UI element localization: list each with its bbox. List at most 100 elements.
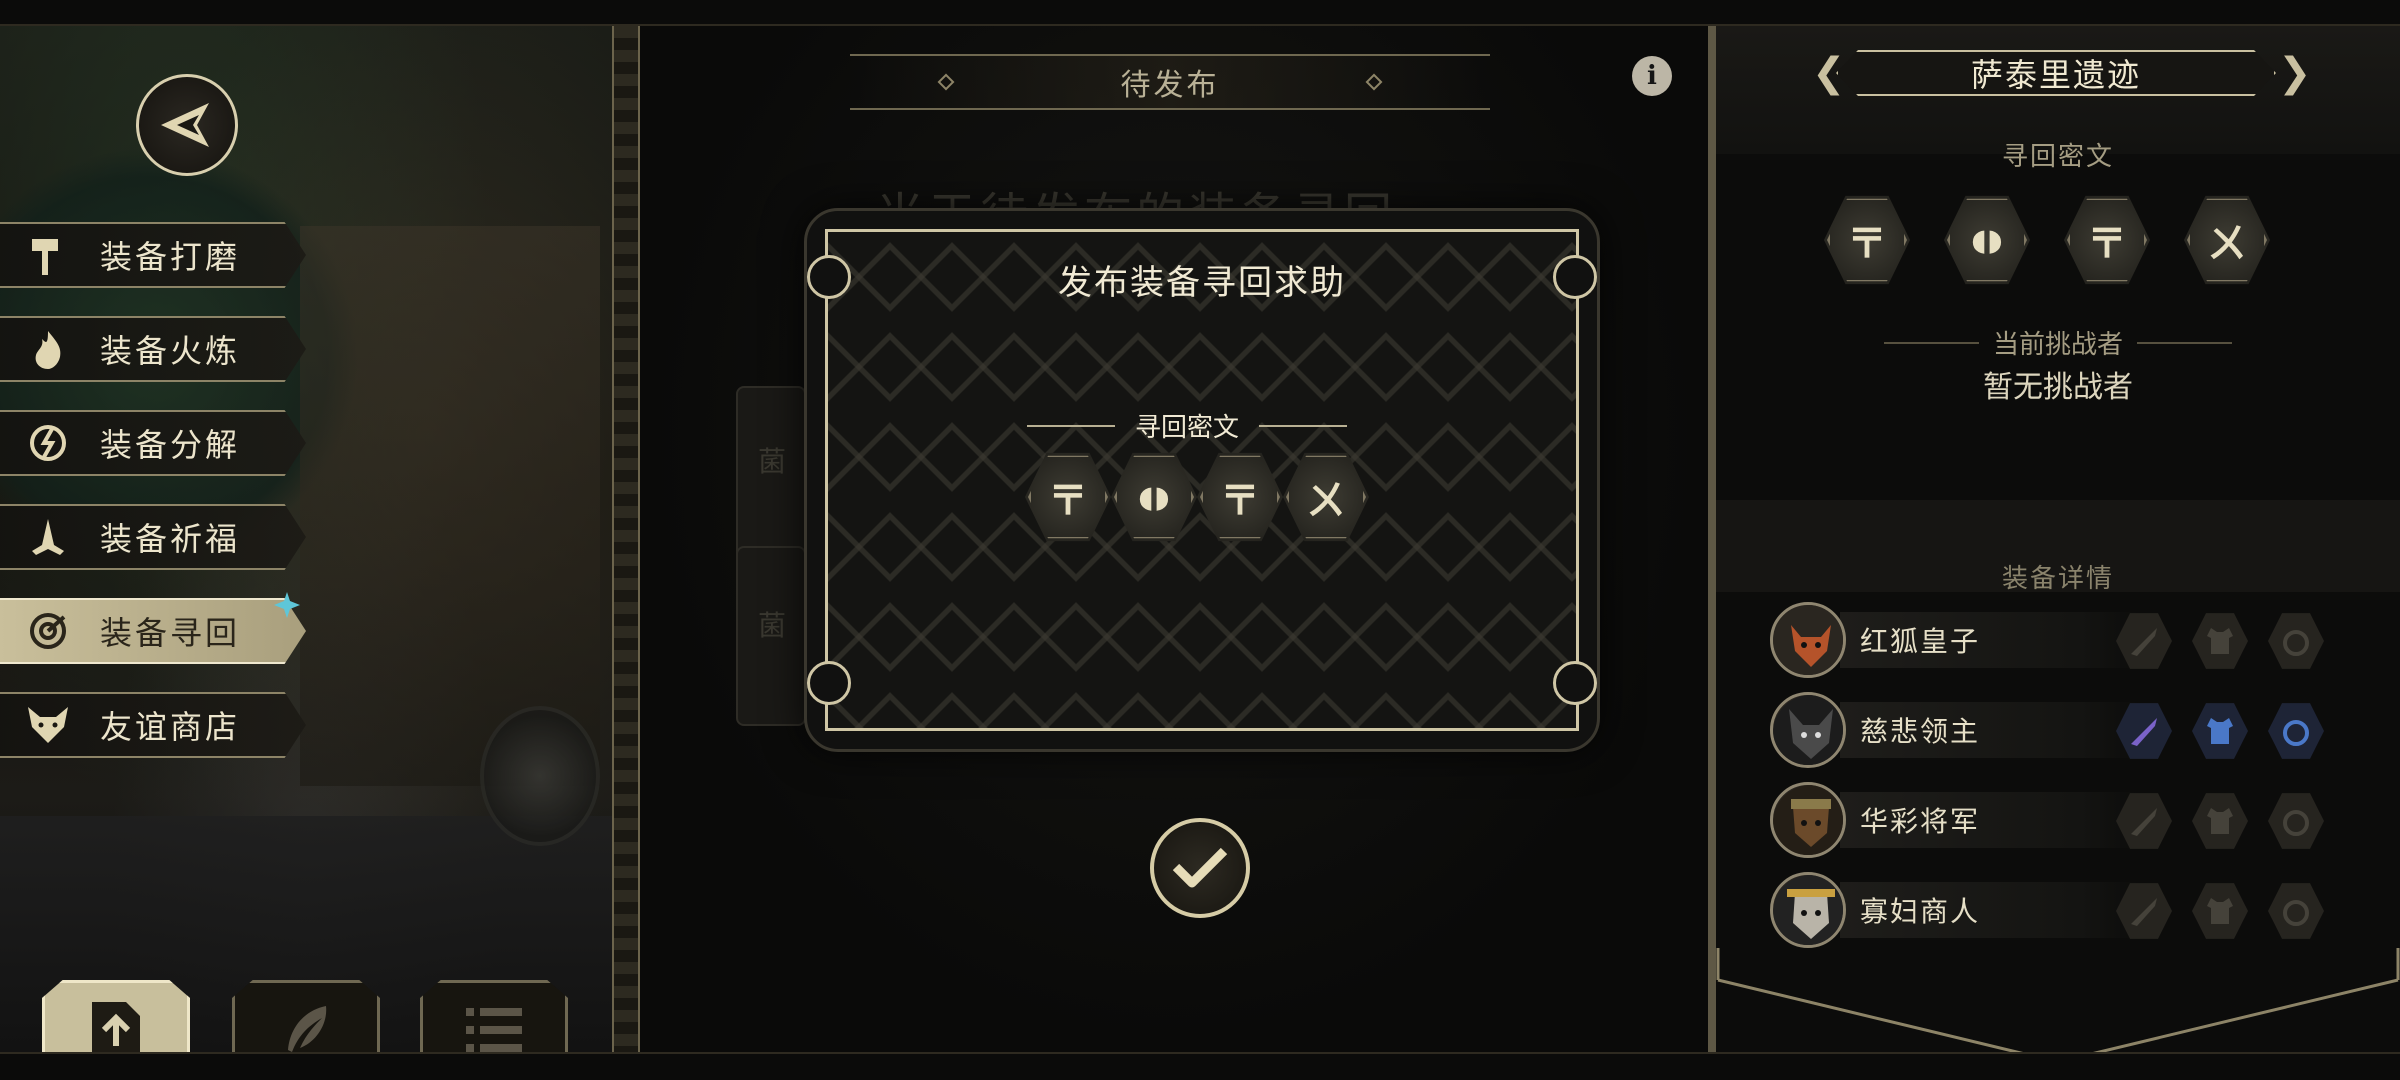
upload-file-icon (92, 1002, 140, 1052)
equipment-section-label: 装备详情 (2001, 564, 2114, 594)
cipher-glyph: ◖◗ (1944, 195, 2030, 285)
new-badge-icon (274, 592, 300, 618)
armor-slot[interactable] (2192, 883, 2248, 939)
right-panel: ❮ 萨泰里遗迹 ❯ 寻回密文 〒 ◖◗ 〒 ㄨ 当前挑战者 暂无挑战者 装备详情… (1716, 26, 2400, 1064)
checkmark-icon (1172, 847, 1228, 888)
tab-list[interactable] (420, 980, 568, 1052)
list-icon (466, 1008, 522, 1052)
equipment-row[interactable]: 红狐皇子 (1770, 602, 2330, 678)
menu-item-friendship-shop[interactable]: 友谊商店 (0, 692, 306, 758)
ring-slot[interactable] (2268, 793, 2324, 849)
diamond-ornament-icon (1365, 73, 1383, 91)
armor-icon (2207, 628, 2233, 654)
cipher-glyph: ㄨ (1283, 452, 1369, 542)
center-title: 待发布 (1120, 68, 1220, 103)
center-title-bar: 待发布 (850, 54, 1490, 110)
challenger-label: 当前挑战者 (1993, 330, 2124, 360)
background-card-label: 菌 (758, 609, 787, 642)
hero-avatar (1770, 692, 1846, 768)
location-plate: 萨泰里遗迹 (1836, 50, 2276, 96)
decompose-icon (20, 415, 76, 471)
armor-slot[interactable] (2192, 793, 2248, 849)
publish-retrieve-dialog: 发布装备寻回求助 寻回密文 〒 ◖◗ 〒 ㄨ (804, 208, 1600, 752)
cipher-glyph: ◖◗ (1111, 452, 1197, 542)
menu-item-bless[interactable]: 装备祈福 (0, 504, 306, 570)
divider-line (1884, 341, 1979, 344)
armor-icon (2207, 718, 2233, 744)
sword-icon (2131, 898, 2157, 926)
ring-slot[interactable] (2268, 613, 2324, 669)
tab-publish[interactable] (42, 980, 190, 1052)
divider-line (1259, 424, 1348, 427)
hero-name-bar: 红狐皇子 (1840, 612, 2140, 668)
cipher-label: 寻回密文 (1135, 413, 1240, 443)
ring-slot[interactable] (2268, 883, 2324, 939)
challenger-value: 暂无挑战者 (1983, 370, 2133, 405)
hero-avatar (1770, 782, 1846, 858)
menu-item-label: 装备火炼 (100, 332, 241, 370)
top-frame (0, 0, 2400, 26)
menu-item-retrieve[interactable]: 装备寻回 (0, 598, 306, 664)
armor-icon (2207, 898, 2233, 924)
cipher-glyph: 〒 (1824, 195, 1910, 285)
fox-icon (20, 697, 76, 753)
divider-line (1027, 424, 1115, 427)
cipher-glyph: 〒 (1025, 452, 1111, 542)
hero-name-bar: 华彩将军 (1840, 792, 2140, 848)
hero-name: 寡妇商人 (1860, 895, 1981, 928)
info-button[interactable]: i (1632, 56, 1672, 96)
confirm-button[interactable] (1150, 818, 1250, 918)
location-cipher-row: 〒 ◖◗ 〒 ㄨ (1824, 194, 2270, 286)
menu-item-label: 友谊商店 (100, 708, 241, 746)
sword-icon (2131, 628, 2157, 656)
ring-icon (2283, 810, 2309, 836)
dialog-corner-ornament (1553, 661, 1597, 705)
background-shield (480, 706, 600, 846)
bottom-frame (0, 1052, 2400, 1080)
hero-name-bar: 慈悲领主 (1840, 702, 2140, 758)
ring-icon (2283, 630, 2309, 656)
diamond-ornament-icon (937, 73, 955, 91)
cipher-label-row: 寻回密文 (1027, 407, 1348, 444)
equipment-row[interactable]: 寡妇商人 (1770, 872, 2330, 948)
ring-slot[interactable] (2268, 703, 2324, 759)
background-house (300, 226, 600, 786)
cipher-glyph-row: 〒 ◖◗ 〒 ㄨ (1025, 451, 1369, 543)
ring-icon (2283, 900, 2309, 926)
right-divider (1708, 26, 1716, 1052)
back-button[interactable] (136, 74, 238, 176)
left-divider (612, 26, 640, 1052)
armor-slot[interactable] (2192, 613, 2248, 669)
challenger-label-row: 当前挑战者 (1884, 324, 2233, 361)
cipher-section-label: 寻回密文 (2001, 142, 2114, 172)
hero-name: 红狐皇子 (1860, 625, 1981, 658)
background-card-label: 菌 (758, 445, 787, 478)
divider-line (2137, 341, 2233, 344)
right-panel-bottom-ornament (1716, 948, 2400, 1064)
praying-hands-icon (20, 509, 76, 565)
equipment-row[interactable]: 华彩将军 (1770, 782, 2330, 858)
menu-item-fire-forge[interactable]: 装备火炼 (0, 316, 306, 382)
hero-name: 华彩将军 (1860, 805, 1981, 838)
info-icon: i (1647, 61, 1657, 91)
menu-item-polish[interactable]: 装备打磨 (0, 222, 306, 288)
tab-feather[interactable] (232, 980, 380, 1052)
menu-item-label: 装备寻回 (100, 614, 241, 652)
target-icon (20, 603, 76, 659)
sword-icon (2131, 808, 2157, 836)
hammer-icon (20, 227, 76, 283)
hero-name-bar: 寡妇商人 (1840, 882, 2140, 938)
cipher-glyph: 〒 (1197, 452, 1283, 542)
dialog-title: 发布装备寻回求助 (1058, 263, 1346, 303)
sword-icon (2131, 718, 2157, 746)
armor-slot[interactable] (2192, 703, 2248, 759)
flame-icon (20, 321, 76, 377)
menu-item-label: 装备打磨 (100, 238, 241, 276)
menu-item-decompose[interactable]: 装备分解 (0, 410, 306, 476)
ring-icon (2283, 720, 2309, 746)
equipment-row[interactable]: 慈悲领主 (1770, 692, 2330, 768)
hero-avatar (1770, 872, 1846, 948)
left-panel: 装备打磨 装备火炼 装备分解 装备祈福 装备寻回 友谊商店 (0, 26, 612, 1052)
chevron-right-icon[interactable]: ❯ (2278, 50, 2312, 96)
cipher-glyph: 〒 (2064, 195, 2150, 285)
